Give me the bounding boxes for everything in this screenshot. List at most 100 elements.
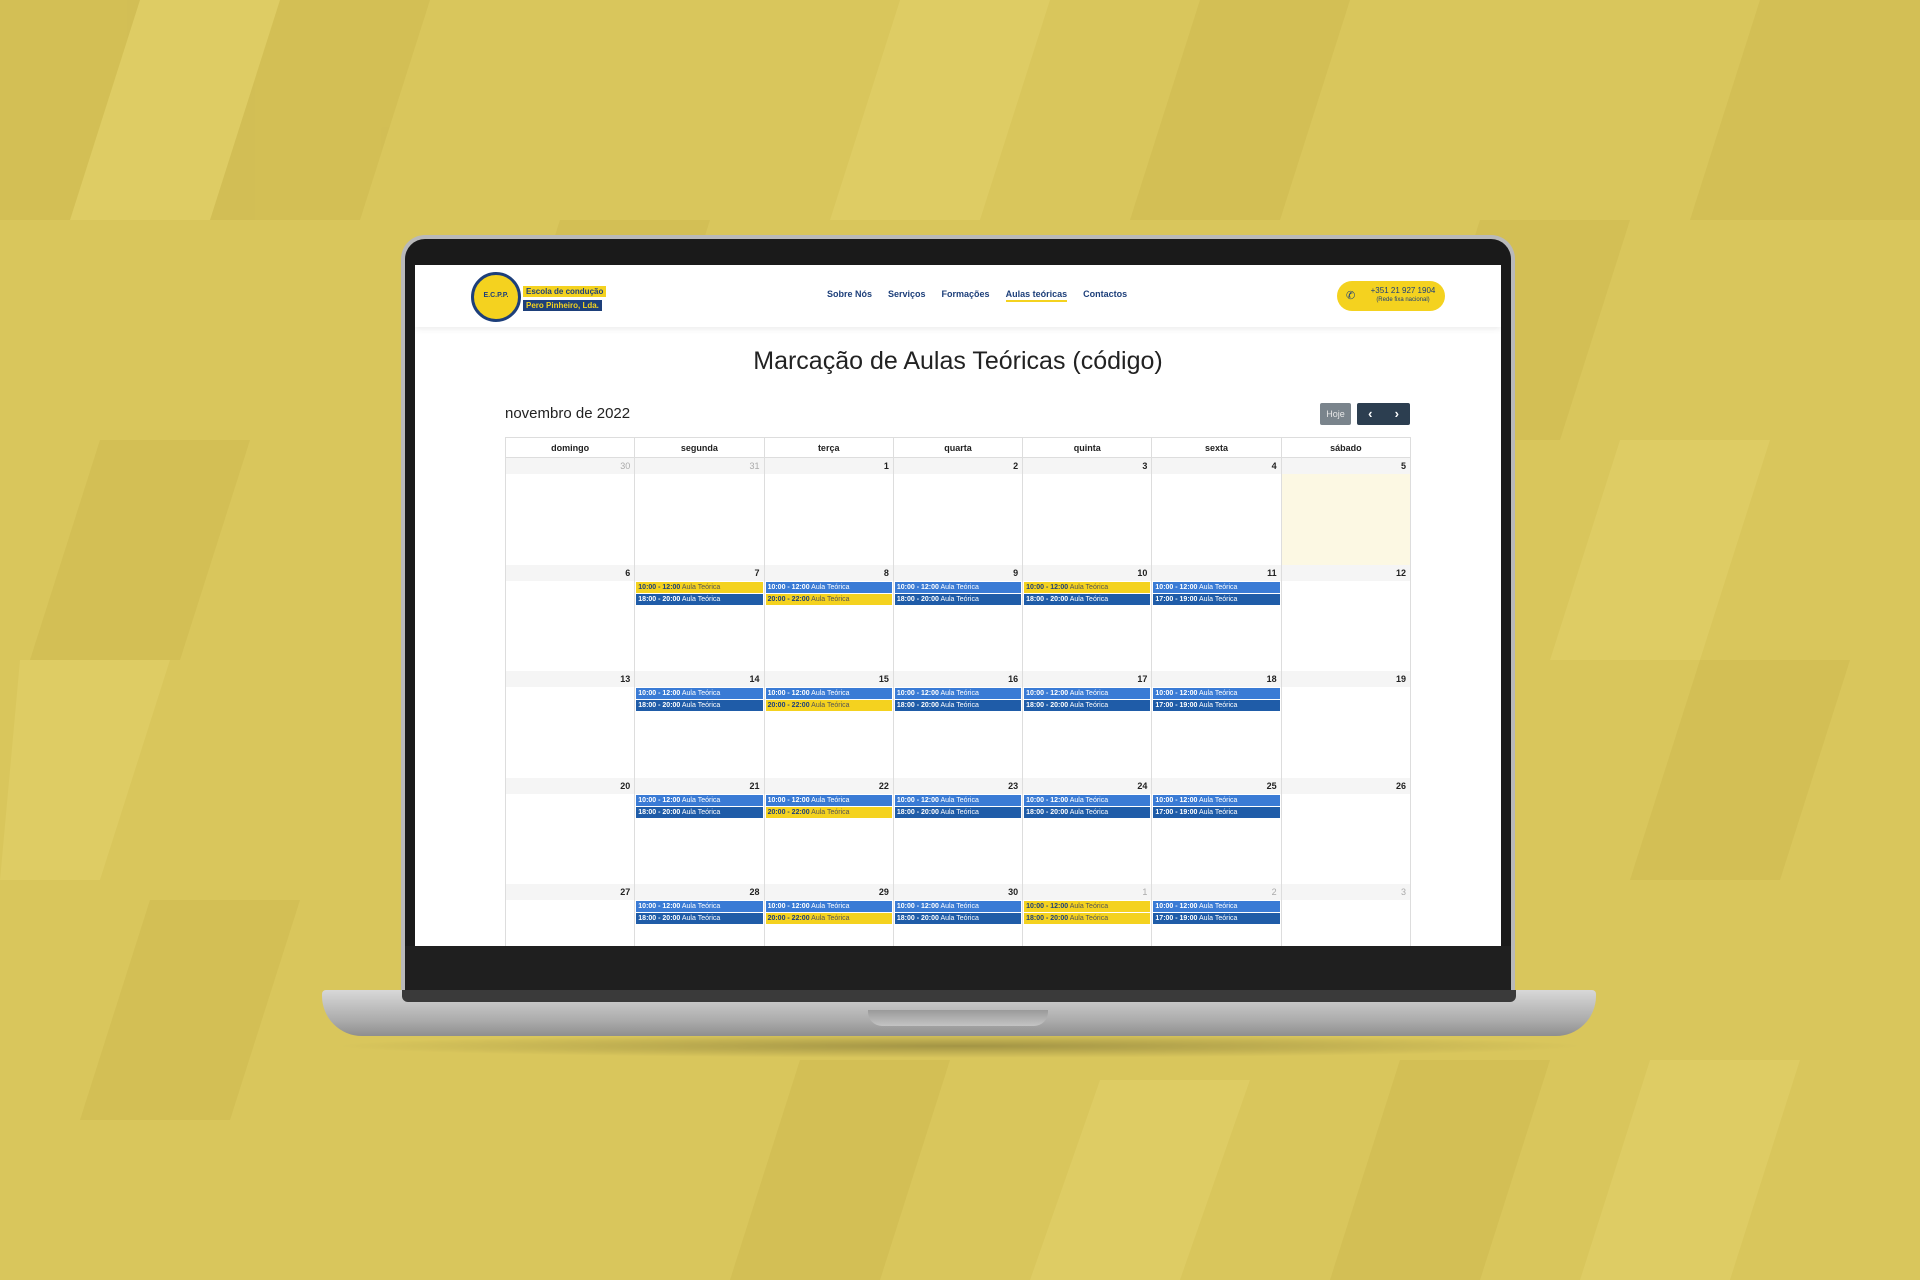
calendar-day[interactable]: 14 10:00 - 12:00 Aula Teórica 18:00 - 20:0… [635, 671, 765, 778]
calendar-day[interactable]: 4 [1152, 458, 1282, 565]
calendar-day[interactable]: 1 [764, 458, 894, 565]
today-button[interactable]: Hoje [1320, 403, 1351, 425]
laptop-shadow [330, 1034, 1590, 1058]
calendar-weeks: 30 31 1 2 3 4 5 6 7 10:00 - 12:00 Aula Teórica 18:… [506, 458, 1410, 946]
calendar-day[interactable]: 6 [506, 564, 636, 671]
nav-link-sobre-nós[interactable]: Sobre Nós [827, 289, 872, 302]
calendar-event[interactable]: 20:00 - 22:00 Aula Teórica [765, 806, 892, 818]
phone-button[interactable]: ✆ +351 21 927 1904 (Rede fixa nacional) [1337, 281, 1445, 311]
day-number: 9 [1013, 567, 1019, 578]
calendar-day[interactable]: 25 10:00 - 12:00 Aula Teórica 17:00 - 19:0… [1152, 777, 1282, 884]
calendar-day[interactable]: 26 [1281, 777, 1410, 885]
laptop-notch [868, 1010, 1048, 1026]
next-month-button[interactable]: › [1384, 403, 1411, 425]
calendar-day[interactable]: 27 [506, 884, 636, 946]
calendar-event[interactable]: 10:00 - 12:00 Aula Teórica [1024, 688, 1151, 699]
calendar-event[interactable]: 18:00 - 20:00 Aula Teórica [636, 700, 763, 711]
calendar-event[interactable]: 18:00 - 20:00 Aula Teórica [1024, 806, 1151, 818]
calendar-day[interactable]: 9 10:00 - 12:00 Aula Teórica 18:00 - 20:00… [893, 564, 1024, 671]
calendar-event[interactable]: 10:00 - 12:00 Aula Teórica [1024, 581, 1151, 593]
calendar-event[interactable]: 20:00 - 22:00 Aula Teórica [765, 913, 892, 924]
calendar-day[interactable]: 22 10:00 - 12:00 Aula Teórica 20:00 - 22:0… [764, 777, 894, 884]
calendar-event[interactable]: 10:00 - 12:00 Aula Teórica [765, 794, 892, 806]
calendar-event[interactable]: 20:00 - 22:00 Aula Teórica [765, 700, 892, 711]
calendar-day[interactable]: 13 [506, 671, 636, 778]
calendar-event[interactable]: 17:00 - 19:00 Aula Teórica [1153, 700, 1280, 711]
calendar-event[interactable]: 10:00 - 12:00 Aula Teórica [636, 688, 763, 699]
calendar-event[interactable]: 10:00 - 12:00 Aula Teórica [1024, 901, 1151, 912]
calendar-day[interactable]: 2 [893, 458, 1024, 565]
day-number: 14 [749, 674, 760, 684]
event-name: Aula Teórica [1199, 808, 1238, 816]
calendar-event[interactable]: 18:00 - 20:00 Aula Teórica [894, 806, 1022, 818]
calendar-event[interactable]: 10:00 - 12:00 Aula Teórica [1153, 688, 1280, 699]
calendar-day[interactable]: 17 10:00 - 12:00 Aula Teórica 18:00 - 20:0… [1023, 671, 1153, 778]
calendar-day[interactable]: 7 10:00 - 12:00 Aula Teórica 18:00 - 20:00… [635, 564, 765, 671]
calendar-event[interactable]: 17:00 - 19:00 Aula Teórica [1153, 806, 1280, 818]
calendar-event[interactable]: 10:00 - 12:00 Aula Teórica [765, 688, 892, 699]
calendar-event[interactable]: 10:00 - 12:00 Aula Teórica [765, 581, 892, 593]
calendar-event[interactable]: 10:00 - 12:00 Aula Teórica [1024, 794, 1151, 806]
calendar-event[interactable]: 18:00 - 20:00 Aula Teórica [1024, 913, 1151, 924]
calendar-event[interactable]: 18:00 - 20:00 Aula Teórica [894, 913, 1022, 924]
calendar-day[interactable]: 30 [506, 458, 636, 565]
calendar-event[interactable]: 18:00 - 20:00 Aula Teórica [894, 700, 1022, 711]
event-time: 10:00 - 12:00 [767, 903, 810, 910]
day-number-bar: 27 [506, 884, 635, 900]
calendar-event[interactable]: 18:00 - 20:00 Aula Teórica [894, 593, 1022, 605]
calendar-day[interactable]: 10 10:00 - 12:00 Aula Teórica 18:00 - 20:0… [1023, 564, 1153, 671]
calendar-day[interactable]: 28 10:00 - 12:00 Aula Teórica 18:00 - 20:0… [635, 884, 765, 946]
calendar-day[interactable]: 24 10:00 - 12:00 Aula Teórica 18:00 - 20:0… [1023, 777, 1153, 884]
calendar-event[interactable]: 20:00 - 22:00 Aula Teórica [765, 593, 892, 605]
event-time: 10:00 - 12:00 [896, 690, 939, 697]
calendar-day[interactable]: 20 [506, 777, 636, 884]
calendar-day[interactable]: 11 10:00 - 12:00 Aula Teórica 17:00 - 19:0… [1152, 564, 1282, 671]
event-time: 10:00 - 12:00 [767, 583, 810, 591]
calendar-event[interactable]: 18:00 - 20:00 Aula Teórica [1024, 700, 1151, 711]
calendar-day[interactable]: 19 [1281, 671, 1410, 778]
calendar-event[interactable]: 10:00 - 12:00 Aula Teórica [894, 794, 1022, 806]
calendar-event[interactable]: 17:00 - 19:00 Aula Teórica [1153, 593, 1280, 605]
calendar-event[interactable]: 18:00 - 20:00 Aula Teórica [1024, 593, 1151, 605]
calendar-event[interactable]: 10:00 - 12:00 Aula Teórica [636, 794, 763, 806]
calendar-day[interactable]: 18 10:00 - 12:00 Aula Teórica 17:00 - 19:0… [1152, 671, 1282, 778]
calendar-day[interactable]: 31 [635, 458, 765, 565]
calendar-day[interactable]: 3 [1281, 884, 1410, 946]
calendar-weekday-header: domingo segunda terça quarta quinta sexta sába… [506, 438, 1410, 458]
day-number-bar: 22 [764, 777, 893, 794]
calendar-day[interactable]: 12 [1281, 564, 1410, 672]
calendar-day[interactable]: 30 10:00 - 12:00 Aula Teórica 18:00 - 20:0… [893, 884, 1024, 946]
calendar-day[interactable]: 15 10:00 - 12:00 Aula Teórica 20:00 - 22:0… [764, 671, 894, 778]
calendar-day[interactable]: 21 10:00 - 12:00 Aula Teórica 18:00 - 20:0… [635, 777, 765, 884]
calendar-event[interactable]: 10:00 - 12:00 Aula Teórica [894, 581, 1022, 593]
calendar-day[interactable]: 2 10:00 - 12:00 Aula Teórica 17:00 - 19:00… [1152, 884, 1282, 946]
calendar-event[interactable]: 17:00 - 19:00 Aula Teórica [1153, 913, 1280, 924]
calendar-day[interactable]: 5 [1281, 458, 1410, 565]
nav-link-aulas-teóricas[interactable]: Aulas teóricas [1005, 289, 1068, 302]
calendar-event[interactable]: 10:00 - 12:00 Aula Teórica [1153, 901, 1280, 912]
event-name: Aula Teórica [1199, 702, 1238, 709]
calendar-day[interactable]: 1 10:00 - 12:00 Aula Teórica 18:00 - 20:00… [1023, 884, 1153, 946]
event-name: Aula Teórica [940, 690, 979, 697]
calendar-event[interactable]: 10:00 - 12:00 Aula Teórica [636, 901, 763, 912]
calendar-day[interactable]: 16 10:00 - 12:00 Aula Teórica 18:00 - 20:0… [893, 671, 1024, 778]
site-logo[interactable]: E.C.P.P. Escola de condução Pero Pinheir… [471, 272, 621, 324]
calendar-event[interactable]: 18:00 - 20:00 Aula Teórica [636, 806, 763, 818]
calendar-event[interactable]: 10:00 - 12:00 Aula Teórica [636, 581, 763, 593]
calendar-event[interactable]: 10:00 - 12:00 Aula Teórica [894, 901, 1022, 912]
calendar-event[interactable]: 18:00 - 20:00 Aula Teórica [636, 913, 763, 924]
calendar-event[interactable]: 10:00 - 12:00 Aula Teórica [1153, 581, 1280, 593]
day-number-bar: 28 [635, 884, 764, 900]
calendar-event[interactable]: 10:00 - 12:00 Aula Teórica [765, 901, 892, 912]
calendar-event[interactable]: 18:00 - 20:00 Aula Teórica [636, 593, 763, 605]
prev-month-button[interactable]: ‹ [1357, 403, 1384, 425]
nav-link-formações[interactable]: Formações [942, 289, 990, 302]
calendar-day[interactable]: 23 10:00 - 12:00 Aula Teórica 18:00 - 20:0… [893, 777, 1024, 884]
calendar-day[interactable]: 3 [1023, 458, 1153, 565]
nav-link-serviços[interactable]: Serviços [888, 289, 926, 302]
calendar-day[interactable]: 29 10:00 - 12:00 Aula Teórica 20:00 - 22:0… [764, 884, 894, 946]
calendar-day[interactable]: 8 10:00 - 12:00 Aula Teórica 20:00 - 22:00… [764, 564, 894, 671]
calendar-event[interactable]: 10:00 - 12:00 Aula Teórica [1153, 794, 1280, 806]
calendar-event[interactable]: 10:00 - 12:00 Aula Teórica [894, 688, 1022, 699]
nav-link-contactos[interactable]: Contactos [1083, 289, 1127, 302]
